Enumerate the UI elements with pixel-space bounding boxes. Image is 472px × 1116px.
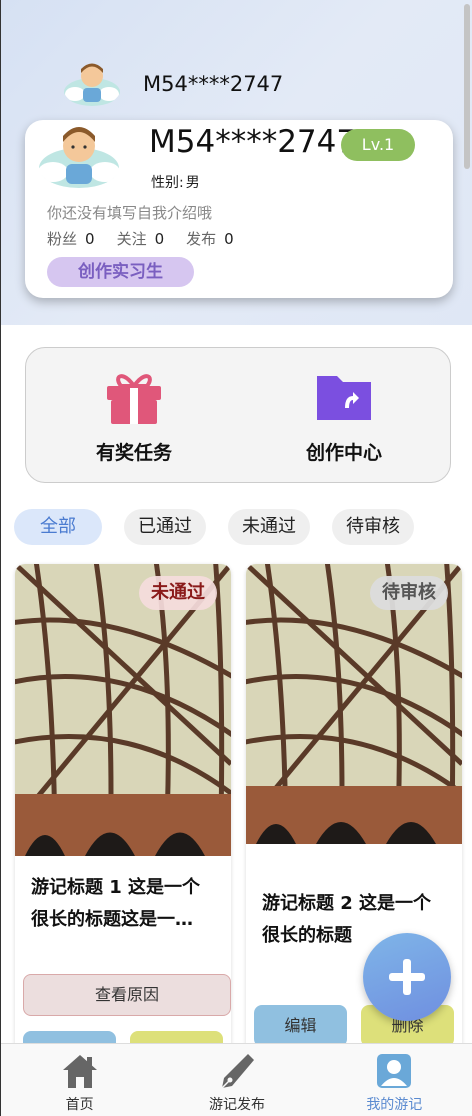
plus-icon: [389, 959, 425, 995]
profile-card: M54****2747 Lv.1 性别: 男 你还没有填写自我介绍哦 粉丝 0 关注…: [25, 120, 453, 298]
tab-publish-label: 游记发布: [208, 1097, 265, 1113]
status-badge: 待审核: [370, 576, 448, 610]
avatar[interactable]: [33, 120, 125, 190]
tab-home-label: 首页: [65, 1097, 94, 1113]
home-icon: [62, 1055, 97, 1088]
filter-all[interactable]: 全部: [14, 509, 102, 545]
stat-following[interactable]: 关注 0: [117, 228, 165, 249]
scrollbar[interactable]: [464, 4, 470, 169]
travel-note-card[interactable]: 未通过 游记标题 1 这是一个 很长的标题这是一… 查看原因 编辑 删除: [15, 564, 231, 1064]
edit-button[interactable]: 编辑: [254, 1005, 347, 1047]
level-badge: Lv.1: [341, 129, 415, 161]
user-icon: [377, 1054, 412, 1088]
header-username: M54****2747: [143, 72, 284, 96]
filter-tabs: 全部 已通过 未通过 待审核: [14, 509, 414, 545]
status-badge: 未通过: [139, 576, 217, 610]
feature-entries: 有奖任务 创作中心: [25, 347, 451, 483]
filter-rejected[interactable]: 未通过: [228, 509, 310, 545]
tab-my-notes[interactable]: 我的游记: [316, 1044, 472, 1116]
stat-fans[interactable]: 粉丝 0: [47, 228, 95, 249]
tab-my-notes-label: 我的游记: [366, 1097, 423, 1113]
avatar[interactable]: [61, 56, 123, 108]
title-badge: 创作实习生: [47, 257, 194, 287]
gender-label: 性别:: [151, 175, 184, 191]
folder-icon: [317, 376, 371, 420]
add-note-button[interactable]: [363, 933, 451, 1021]
creation-center-label: 创作中心: [305, 442, 382, 464]
filter-approved[interactable]: 已通过: [124, 509, 206, 545]
view-reason-button[interactable]: 查看原因: [23, 974, 231, 1016]
stats-row: 粉丝 0 关注 0 发布 0: [47, 228, 234, 249]
bottom-tab-bar: 首页 游记发布 我的游记: [1, 1043, 472, 1116]
self-intro: 你还没有填写自我介绍哦: [47, 204, 213, 222]
tab-publish[interactable]: 游记发布: [158, 1044, 315, 1116]
pen-icon: [221, 1054, 254, 1089]
gender-info: 性别: 男: [149, 172, 200, 192]
card-title: 游记标题 1 这是一个 很长的标题这是一…: [31, 877, 201, 930]
stat-posts[interactable]: 发布 0: [186, 228, 234, 249]
tab-home[interactable]: 首页: [1, 1044, 158, 1116]
creation-center-button[interactable]: 创作中心: [264, 368, 424, 465]
rewarded-tasks-button[interactable]: 有奖任务: [54, 368, 214, 465]
rewarded-tasks-label: 有奖任务: [95, 442, 172, 464]
filter-pending[interactable]: 待审核: [332, 509, 414, 545]
gender-value: 男: [185, 175, 200, 191]
gift-icon: [107, 374, 161, 424]
profile-username: M54****2747: [149, 124, 357, 160]
